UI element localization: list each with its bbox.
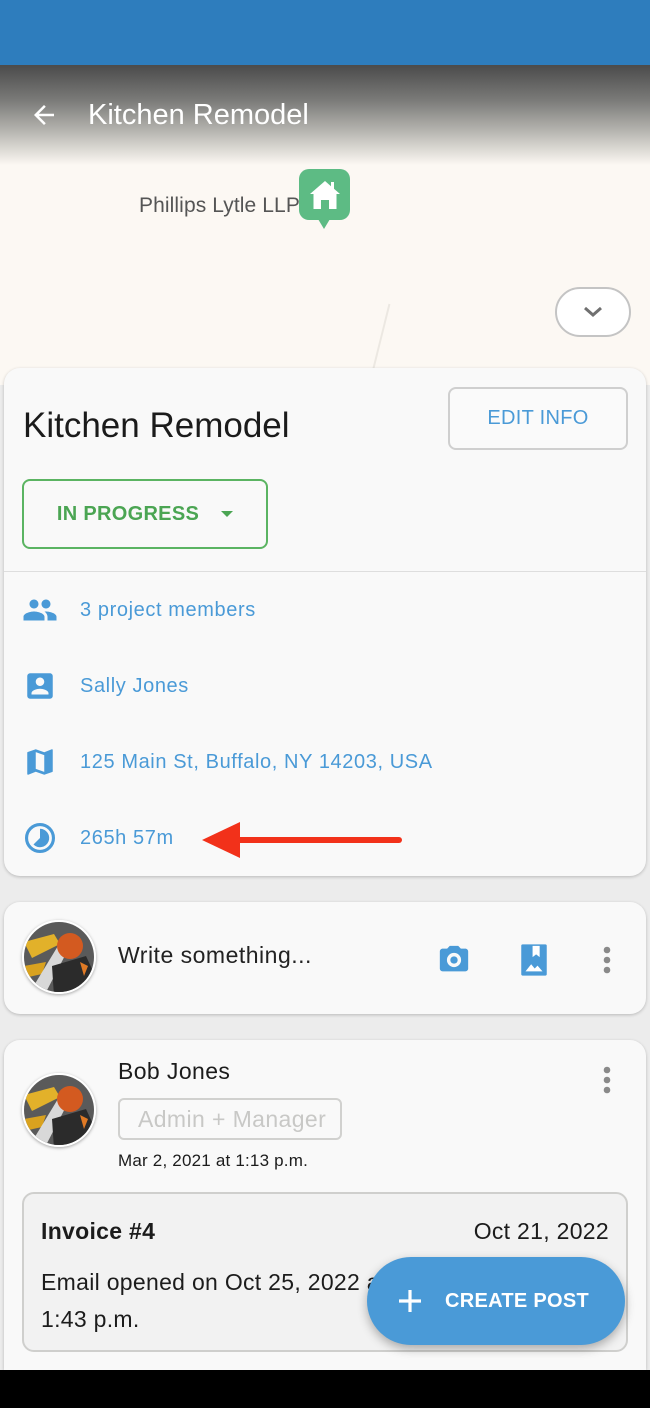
project-location-pin[interactable] <box>299 169 350 229</box>
people-icon <box>23 599 57 621</box>
plus-icon <box>399 1290 421 1312</box>
project-info-card: Kitchen Remodel EDIT INFO IN PROGRESS 3 … <box>4 368 646 876</box>
project-title: Kitchen Remodel <box>23 406 290 445</box>
post-composer-input[interactable]: Write something... <box>118 942 312 969</box>
project-time-row[interactable]: 265h 57m <box>22 818 174 858</box>
map-icon <box>27 749 53 775</box>
project-contact-link[interactable]: Sally Jones <box>80 675 189 698</box>
more-vert-icon <box>603 946 611 974</box>
status-bar <box>0 0 650 65</box>
collapse-map-button[interactable] <box>555 287 631 337</box>
arrow-back-icon <box>34 105 54 125</box>
add-from-gallery-button[interactable] <box>512 938 556 982</box>
invoice-date: Oct 21, 2022 <box>473 1218 609 1244</box>
invoice-title: Invoice #4 <box>41 1218 156 1244</box>
back-button[interactable] <box>14 85 74 145</box>
project-members-link[interactable]: 3 project members <box>80 599 256 622</box>
user-avatar[interactable] <box>22 920 96 994</box>
author-role-badge: Admin + Manager <box>118 1098 343 1140</box>
status-value: IN PROGRESS <box>56 502 200 525</box>
post-more-button[interactable] <box>592 1058 622 1102</box>
divider <box>4 571 646 572</box>
more-vert-icon <box>603 1066 611 1094</box>
post-composer-card: Write something... <box>4 902 646 1014</box>
map-road <box>371 303 391 373</box>
home-icon <box>309 180 340 209</box>
avatar-photo <box>24 922 94 992</box>
camera-icon <box>439 945 469 972</box>
project-members-row[interactable]: 3 project members <box>22 590 256 630</box>
post-author-avatar[interactable] <box>22 1073 96 1147</box>
photo-album-icon <box>521 944 547 976</box>
dropdown-caret-icon <box>221 511 234 517</box>
project-status-dropdown[interactable]: IN PROGRESS <box>22 479 268 549</box>
map-place-label: Phillips Lytle LLP <box>139 194 300 217</box>
add-photo-button[interactable] <box>432 938 476 982</box>
app-bar: Kitchen Remodel <box>0 65 650 165</box>
create-post-label: CREATE POST <box>445 1289 590 1312</box>
app-bar-title: Kitchen Remodel <box>88 98 309 131</box>
project-address-row[interactable]: 125 Main St, Buffalo, NY 14203, USA <box>22 742 433 782</box>
avatar-photo <box>24 1075 94 1145</box>
composer-more-button[interactable] <box>592 938 622 982</box>
annotation-arrow <box>202 822 402 858</box>
project-address-link[interactable]: 125 Main St, Buffalo, NY 14203, USA <box>80 751 433 774</box>
project-contact-row[interactable]: Sally Jones <box>22 666 189 706</box>
clock-icon <box>24 822 56 854</box>
edit-info-button[interactable]: EDIT INFO <box>448 387 628 450</box>
project-time-tracked[interactable]: 265h 57m <box>80 827 174 850</box>
contact-icon <box>27 673 53 699</box>
create-post-button[interactable]: CREATE POST <box>367 1257 625 1345</box>
system-navigation-bar <box>0 1370 650 1408</box>
chevron-down-icon <box>584 306 602 317</box>
post-timestamp: Mar 2, 2021 at 1:13 p.m. <box>118 1151 309 1170</box>
post-author-name[interactable]: Bob Jones <box>118 1058 230 1085</box>
invoice-email-status: Email opened on Oct 25, 2022 at 1:43 p.m… <box>41 1269 387 1332</box>
